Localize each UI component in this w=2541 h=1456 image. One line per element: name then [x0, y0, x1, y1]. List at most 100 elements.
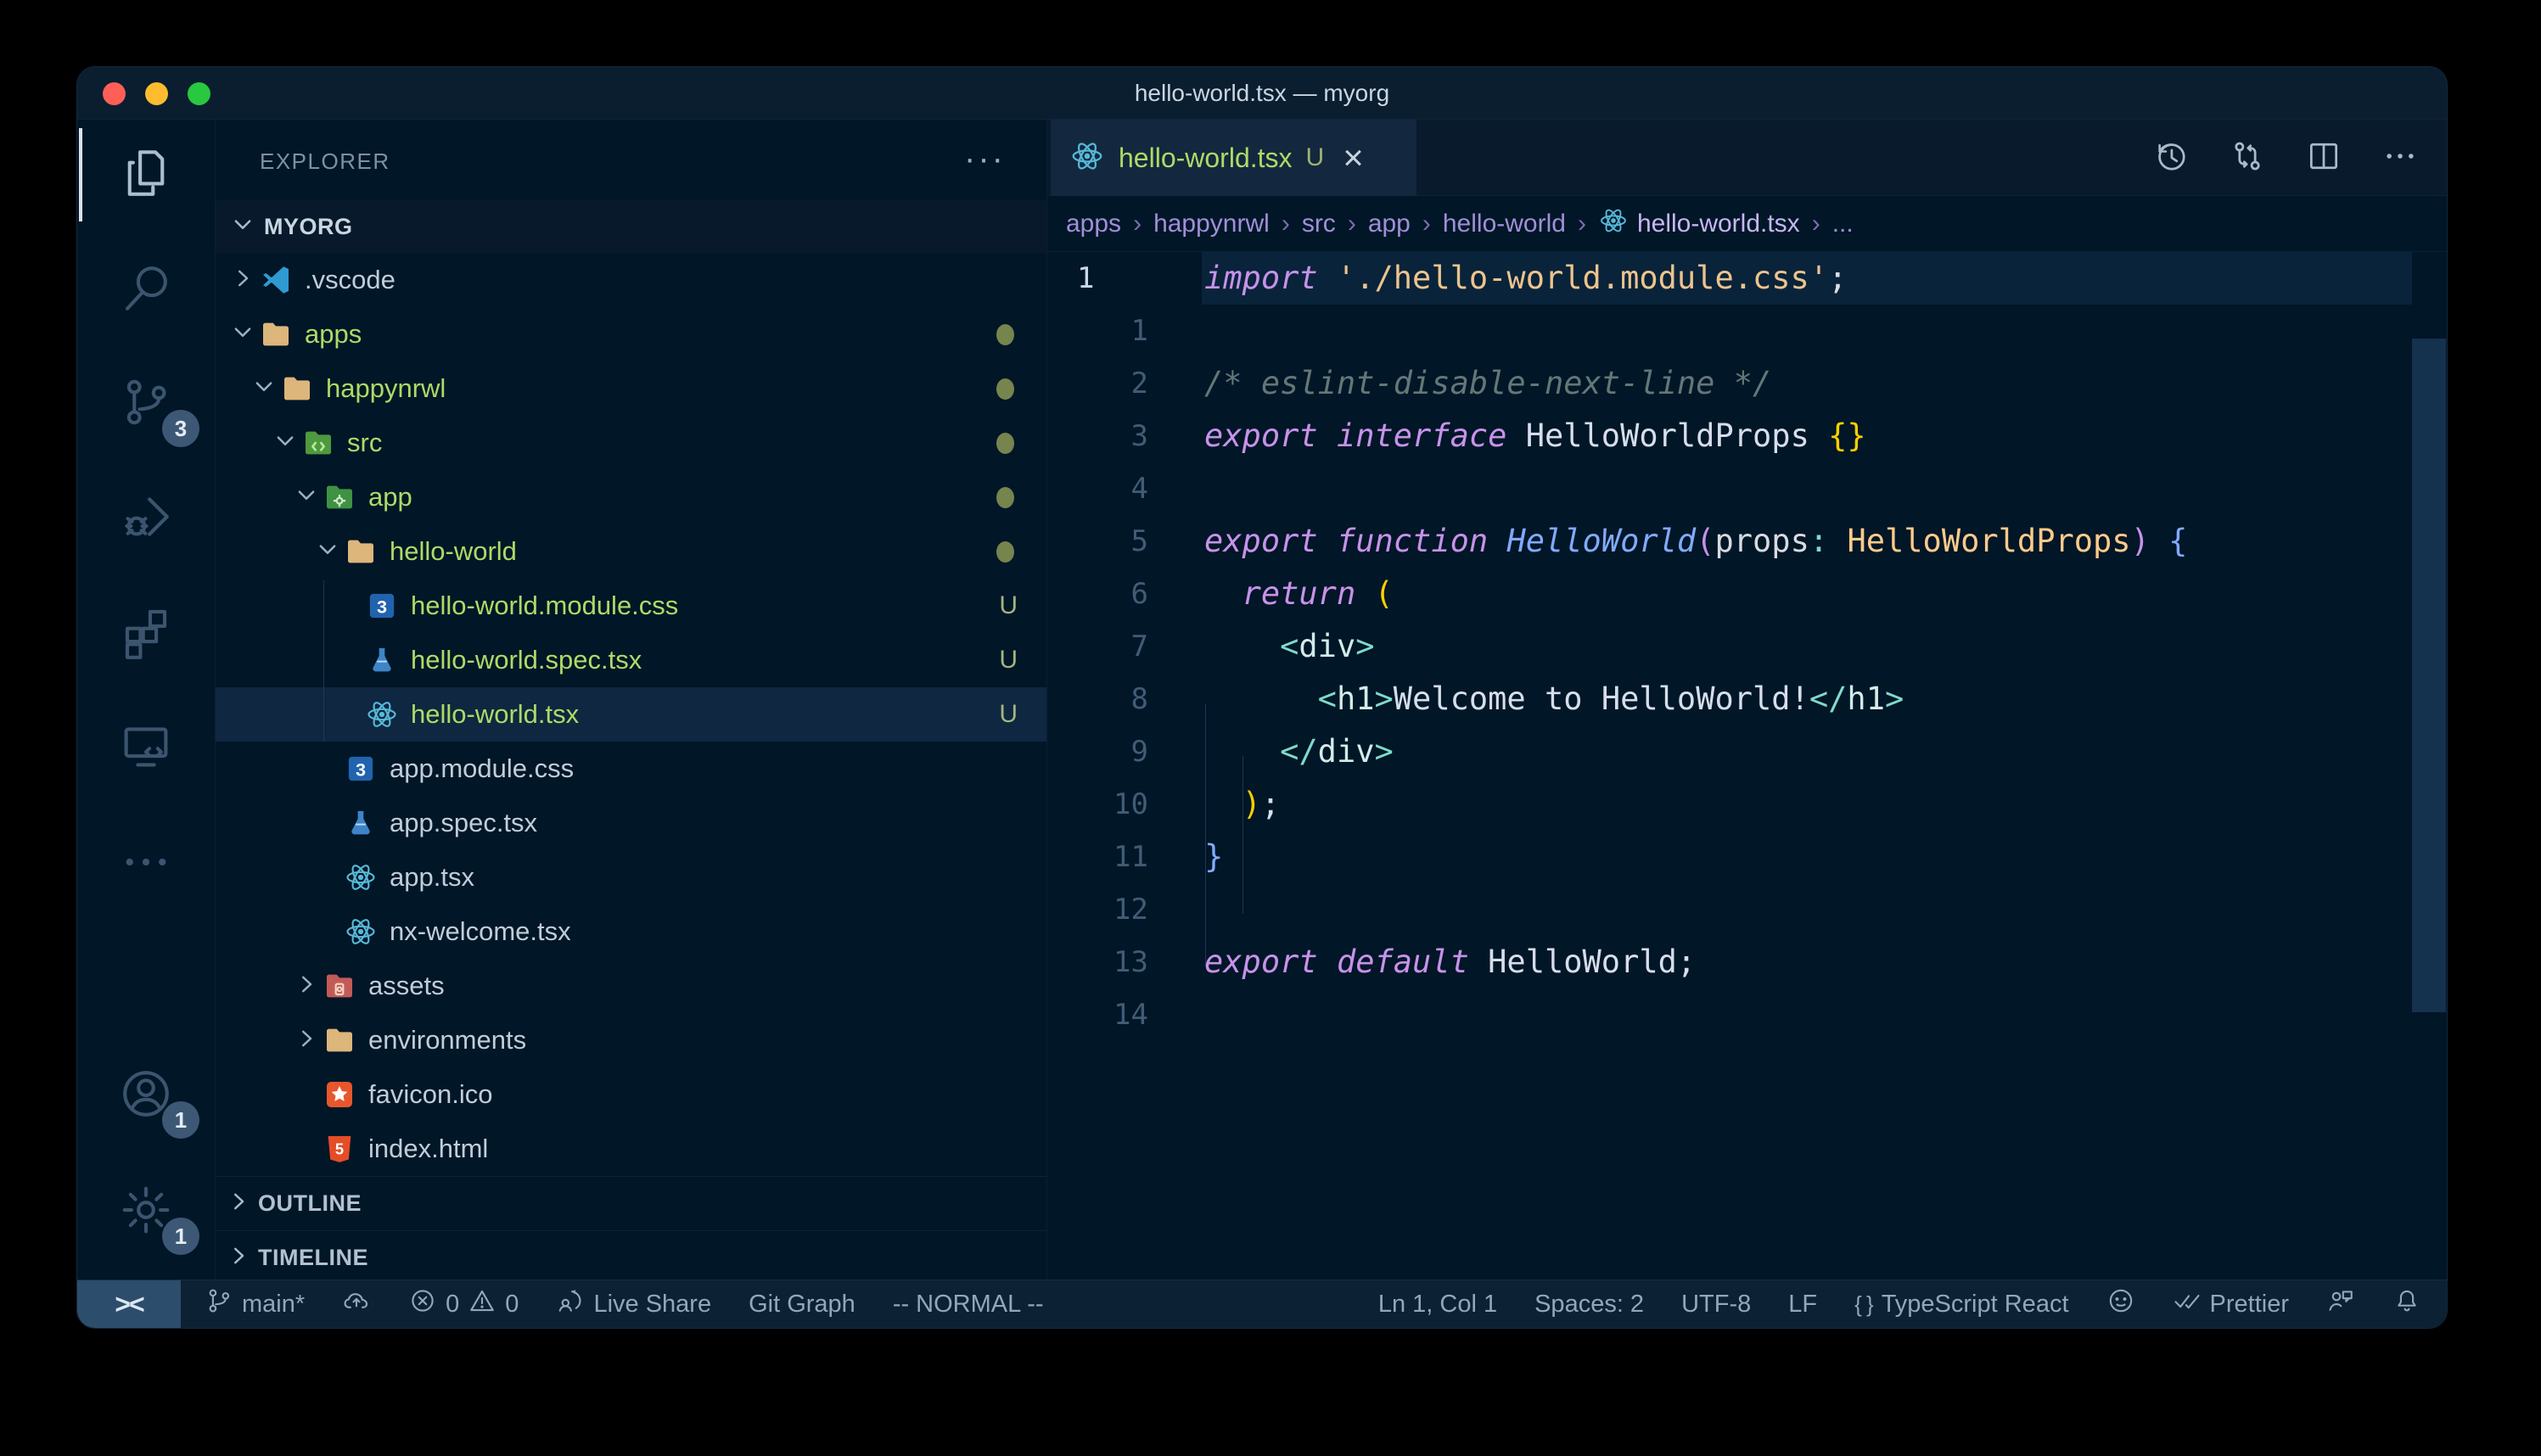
tree-item[interactable]: hello-world.spec.tsxU [216, 633, 1046, 687]
tab-hello-world-tsx[interactable]: hello-world.tsx U × [1051, 120, 1416, 196]
tree-item[interactable]: app.tsx [216, 850, 1046, 904]
activity-explorer-button[interactable] [77, 120, 215, 230]
css-icon: 3 [365, 589, 399, 623]
code-line[interactable]: 2/* eslint-disable-next-line */ [1047, 357, 2447, 410]
status-git-graph[interactable]: Git Graph [749, 1291, 855, 1319]
status-feedback[interactable] [2326, 1286, 2355, 1322]
close-tab-icon[interactable]: × [1343, 140, 1364, 176]
line-number: 11 [1053, 831, 1148, 883]
status-bar: >< main* 00 Live Share Git Graph -- NORMAL -… [77, 1280, 2447, 1328]
code-line[interactable]: 11} [1047, 831, 2447, 883]
status-0[interactable]: 00 [408, 1286, 519, 1322]
tree-item[interactable]: .vscode [216, 253, 1046, 307]
breadcrumb-label: apps [1066, 210, 1121, 238]
breadcrumb-item[interactable]: src [1302, 210, 1336, 238]
tree-item-label: assets [368, 971, 445, 1001]
folder-tan-icon [323, 1023, 356, 1057]
status-github[interactable] [2106, 1286, 2135, 1322]
code-line[interactable]: 1import './hello-world.module.css'; [1047, 252, 2447, 305]
activity-run-debug-button[interactable] [77, 463, 215, 574]
tree-item[interactable]: environments [216, 1013, 1046, 1067]
tree-item[interactable]: 3hello-world.module.cssU [216, 579, 1046, 633]
status-prettier[interactable]: Prettier [2173, 1286, 2289, 1322]
more-actions-icon [2381, 137, 2419, 179]
react-icon [344, 915, 378, 949]
remote-indicator[interactable]: >< [77, 1280, 181, 1328]
open-timeline-button[interactable] [2145, 132, 2197, 184]
panel-timeline[interactable]: TIMELINE [216, 1230, 1046, 1285]
panel-outline[interactable]: OUTLINE [216, 1176, 1046, 1230]
tree-item-label: app.module.css [390, 753, 574, 784]
breadcrumb-item[interactable]: apps [1066, 210, 1121, 238]
workspace-section-header[interactable]: MYORG [216, 200, 1046, 253]
breadcrumb-label: hello-world [1443, 210, 1566, 238]
activity-search-button[interactable] [77, 234, 215, 344]
tree-item[interactable]: favicon.ico [216, 1067, 1046, 1122]
open-changes-button[interactable] [2221, 132, 2274, 184]
status-main[interactable]: main* [205, 1286, 305, 1322]
status-bell[interactable] [2392, 1286, 2421, 1322]
tree-item[interactable]: app [216, 470, 1046, 524]
code-line[interactable]: 9 </div> [1047, 725, 2447, 778]
activity-remote-explorer-button[interactable] [77, 693, 215, 804]
status-ln-1-col-1[interactable]: Ln 1, Col 1 [1378, 1291, 1497, 1319]
code-line[interactable]: 1 [1047, 305, 2447, 357]
status-live-share[interactable]: Live Share [556, 1286, 711, 1322]
code-line[interactable]: 13export default HelloWorld; [1047, 936, 2447, 988]
breadcrumb-item[interactable]: hello-world.tsx [1598, 205, 1800, 243]
tree-item[interactable]: 5index.html [216, 1122, 1046, 1176]
activity-source-control-button[interactable]: 3 [77, 349, 215, 459]
tree-item[interactable]: apps [216, 307, 1046, 361]
explorer-more-actions-button[interactable]: ··· [964, 140, 1006, 178]
bell-icon [2392, 1286, 2421, 1322]
activity-settings-button[interactable]: 1 [77, 1156, 215, 1267]
code-line[interactable]: 3export interface HelloWorldProps {} [1047, 410, 2447, 462]
tree-item[interactable]: hello-world [216, 524, 1046, 579]
react-icon [1598, 205, 1629, 243]
status-cloud-upload[interactable] [342, 1286, 371, 1322]
code-editor[interactable]: 1import './hello-world.module.css';12/* … [1047, 252, 2447, 1280]
breadcrumb-item[interactable]: hello-world [1443, 210, 1566, 238]
window-title: hello-world.tsx — myorg [77, 67, 2447, 120]
status-lf[interactable]: LF [1788, 1291, 1817, 1319]
status-spaces-2[interactable]: Spaces: 2 [1534, 1291, 1644, 1319]
code-line[interactable]: 14 [1047, 988, 2447, 1041]
tree-item[interactable]: app.spec.tsx [216, 796, 1046, 850]
tab-label: hello-world.tsx [1119, 143, 1293, 174]
line-number: 6 [1053, 568, 1148, 620]
activity-accounts-button[interactable]: 1 [77, 1040, 215, 1151]
activity-more-button[interactable] [77, 809, 215, 919]
status-utf-8[interactable]: UTF-8 [1681, 1291, 1751, 1319]
tree-item[interactable]: nx-welcome.tsx [216, 904, 1046, 959]
git-modified-dot [996, 541, 1014, 563]
code-line[interactable]: 8 <h1>Welcome to HelloWorld!</h1> [1047, 673, 2447, 725]
line-number: 7 [1053, 620, 1148, 673]
tree-item[interactable]: src [216, 416, 1046, 470]
split-editor-button[interactable] [2297, 132, 2350, 184]
code-line[interactable]: 7 <div> [1047, 620, 2447, 673]
editor-actions [2145, 120, 2426, 196]
code-line[interactable]: 4 [1047, 462, 2447, 515]
breadcrumb-item[interactable]: happynrwl [1153, 210, 1270, 238]
code-line[interactable]: 12 [1047, 883, 2447, 936]
status-typescript-react[interactable]: { }TypeScript React [1854, 1291, 2068, 1319]
breadcrumb-item[interactable]: app [1368, 210, 1411, 238]
code-line[interactable]: 6 return ( [1047, 568, 2447, 620]
code-line[interactable]: 10 ); [1047, 778, 2447, 831]
tree-item[interactable]: happynrwl [216, 361, 1046, 416]
status-normal[interactable]: -- NORMAL -- [893, 1291, 1044, 1319]
status-label: Live Share [593, 1291, 711, 1319]
chevron-right-icon [230, 266, 259, 295]
tree-item[interactable]: hello-world.tsxU [216, 687, 1046, 742]
extensions-icon [118, 603, 174, 664]
run-debug-icon [118, 489, 174, 549]
tab-modified-badge: U [1306, 143, 1325, 172]
breadcrumb-item[interactable]: ... [1832, 210, 1854, 238]
code-line[interactable]: 5export function HelloWorld(props: Hello… [1047, 515, 2447, 568]
tree-item[interactable]: 3app.module.css [216, 742, 1046, 796]
more-actions-button[interactable] [2374, 132, 2426, 184]
tree-item[interactable]: assets [216, 959, 1046, 1013]
activity-extensions-button[interactable] [77, 578, 215, 688]
breadcrumb-label: happynrwl [1153, 210, 1270, 238]
cloud-upload-icon [342, 1286, 371, 1322]
